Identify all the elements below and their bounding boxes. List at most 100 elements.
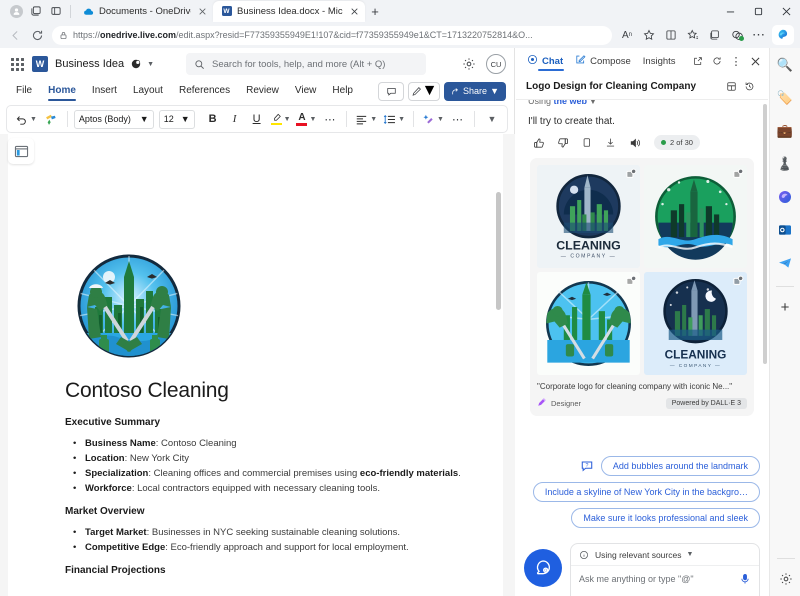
chevron-down-icon[interactable]: ▼ [686,551,693,558]
document-title[interactable]: Business Idea [55,58,124,70]
generated-image-4[interactable]: CLEANING — COMPANY — [644,272,747,375]
ribbon-tab-references[interactable]: References [171,81,238,101]
window-close-button[interactable] [772,0,800,22]
briefcase-icon[interactable]: 💼 [774,120,796,142]
highlight-color-button[interactable]: ▼ [269,108,293,130]
ribbon-tab-insert[interactable]: Insert [84,81,125,101]
url-bar[interactable]: https://onedrive.live.com/edit.aspx?resi… [52,25,612,45]
ribbon-more-options-icon[interactable]: ⋯ [448,108,468,130]
chat-input-row[interactable]: Ask me anything or type "@" [571,566,759,592]
tab-close-icon[interactable] [348,5,360,17]
bold-button[interactable]: B [203,108,223,130]
generated-image-1[interactable]: CLEANING — COMPANY — [537,165,640,268]
document-scrollbar[interactable] [496,134,501,596]
settings-gear-icon[interactable] [775,568,797,590]
history-icon[interactable] [740,78,758,96]
window-minimize-button[interactable] [716,0,744,22]
split-screen-icon[interactable] [46,1,66,21]
share-button[interactable]: Share ▼ [444,81,506,101]
copy-icon[interactable] [580,136,593,149]
chat-input-placeholder[interactable]: Ask me anything or type "@" [579,574,738,584]
scrollbar-thumb[interactable] [496,192,501,310]
thumbs-down-icon[interactable] [556,136,569,149]
styles-button[interactable]: ▼ [420,108,446,130]
browser-tab-word-doc[interactable]: W Business Idea.docx - Microsoft W [213,0,365,22]
title-chevron-down-icon[interactable]: ▼ [147,61,154,68]
split-pane-icon[interactable] [660,24,682,46]
document-logo-image[interactable] [65,247,193,365]
close-icon[interactable] [746,52,764,70]
tab-compose[interactable]: Compose [570,49,636,73]
alignment-button[interactable]: ▼ [353,108,379,130]
read-aloud-icon[interactable]: An [616,24,638,46]
suggestion-chip-3[interactable]: Make sure it looks professional and slee… [571,508,760,528]
document-body[interactable]: Contoso Cleaning Executive Summary Busin… [65,379,465,584]
speaker-icon[interactable] [628,136,641,149]
ribbon-expand-icon[interactable]: ▼ [481,108,501,130]
browser-essentials-icon[interactable] [726,24,748,46]
suggestion-chip-2[interactable]: Include a skyline of New York City in th… [532,482,760,502]
browser-more-options-icon[interactable]: ⋯ [748,24,770,46]
refresh-icon[interactable] [708,52,726,70]
browser-tab-onedrive[interactable]: Documents - OneDrive [75,1,213,22]
ribbon-tab-review[interactable]: Review [238,81,287,101]
favorite-star-icon[interactable] [638,24,660,46]
tab-chat[interactable]: Chat [522,49,568,73]
font-name-select[interactable]: Aptos (Body) ▼ [73,109,154,129]
designer-attribution[interactable]: Designer [537,397,581,409]
generated-image-3[interactable] [537,272,640,375]
word-search-input[interactable]: Search for tools, help, and more (Alt + … [186,53,427,75]
app-launcher-icon[interactable] [8,55,26,73]
tab-collections-icon[interactable] [26,1,46,21]
font-color-button[interactable]: A ▼ [294,108,318,130]
copilot-avatar-icon[interactable] [524,549,562,587]
games-icon[interactable]: ♟️ [774,153,796,175]
image-options-icon[interactable] [625,275,637,287]
suggestion-chip-1[interactable]: Add bubbles around the landmark [600,456,760,476]
copilot-icon[interactable] [774,186,796,208]
navigation-pane-button[interactable] [8,138,34,164]
comments-button[interactable] [378,81,405,101]
sources-selector[interactable]: Using relevant sources ▼ [571,544,759,566]
add-sidebar-app-button[interactable]: + [774,296,796,318]
italic-button[interactable]: I [225,108,245,130]
back-button[interactable] [4,24,26,46]
window-maximize-button[interactable] [744,0,772,22]
settings-gear-icon[interactable] [458,53,480,75]
ribbon-tab-view[interactable]: View [287,81,325,101]
generated-image-2[interactable] [644,165,747,268]
edge-copilot-button[interactable] [772,25,794,45]
document-page[interactable]: Contoso Cleaning Executive Summary Busin… [8,134,503,596]
search-icon[interactable]: 🔍 [774,54,796,76]
plugins-icon[interactable] [722,78,740,96]
copilot-scrollbar[interactable] [763,104,767,448]
scrollbar-thumb[interactable] [763,104,767,364]
download-icon[interactable] [604,136,617,149]
outlook-icon[interactable] [774,219,796,241]
user-avatar[interactable]: CU [485,54,506,74]
ribbon-tab-help[interactable]: Help [324,81,361,101]
underline-button[interactable]: U [247,108,267,130]
undo-button[interactable]: ▼ [13,108,39,130]
more-options-icon[interactable]: ⋮ [727,52,745,70]
ribbon-tab-file[interactable]: File [8,81,40,101]
editing-mode-button[interactable]: ▼ [408,81,441,101]
profile-avatar-icon[interactable] [6,1,26,21]
ribbon-tab-home[interactable]: Home [40,81,84,101]
thumbs-up-icon[interactable] [532,136,545,149]
font-more-options-icon[interactable]: ⋯ [320,108,340,130]
collections-icon[interactable] [704,24,726,46]
ribbon-tab-layout[interactable]: Layout [125,81,171,101]
autosave-cloud-icon[interactable] [129,57,143,71]
image-options-icon[interactable] [625,168,637,180]
open-in-new-icon[interactable] [689,52,707,70]
copilot-input-composer[interactable]: Using relevant sources ▼ Ask me anything… [570,543,760,596]
tab-close-icon[interactable] [196,5,208,17]
image-options-icon[interactable] [732,168,744,180]
tab-insights[interactable]: Insights [638,49,681,73]
image-options-icon[interactable] [732,275,744,287]
new-tab-button[interactable]: + [365,1,385,21]
line-spacing-button[interactable]: ▼ [381,108,407,130]
microphone-icon[interactable] [738,573,751,586]
telegram-icon[interactable] [774,252,796,274]
